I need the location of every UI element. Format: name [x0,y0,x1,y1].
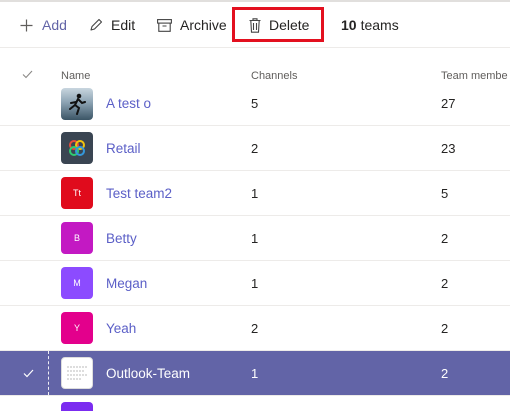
edit-button[interactable]: Edit [89,2,135,48]
team-avatar: M [61,261,93,305]
team-name[interactable]: Megan [106,261,147,305]
initials-avatar: M [61,267,93,299]
team-channels: 1 [251,365,259,381]
team-name[interactable]: Outlook-Team [106,351,190,395]
pencil-icon [89,18,103,32]
team-avatar: Y [61,306,93,350]
next-row-avatar-partial [61,402,93,411]
add-button[interactable]: Add [20,2,67,48]
archive-button[interactable]: Archive [157,2,227,48]
table-row[interactable]: Tt Test team2 1 5 [0,171,510,216]
team-name[interactable]: A test o [106,82,151,125]
focus-indicator [48,351,49,395]
initials-avatar: Y [61,312,93,344]
column-header-members[interactable]: Team membe [441,70,508,82]
column-header-name[interactable]: Name [61,70,90,82]
team-channels: 1 [251,185,259,201]
team-avatar: B [61,216,93,260]
team-name[interactable]: Yeah [106,306,136,350]
edit-label: Edit [111,17,136,33]
trash-icon [249,17,261,33]
document-thumbnail-avatar [61,357,93,389]
toolbar: Add Edit Archive Delete 10 teams [0,0,510,48]
teams-count-suffix: teams [360,17,399,33]
team-channels: 2 [251,140,259,156]
teams-count-number: 10 [341,17,357,33]
team-name[interactable]: Betty [106,216,137,260]
column-header-channels[interactable]: Channels [251,70,297,82]
table-row[interactable]: Retail 2 23 [0,126,510,171]
team-members: 2 [441,230,449,246]
table-row-selected[interactable]: Outlook-Team 1 2 [0,351,510,396]
table-row[interactable]: Y Yeah 2 2 [0,306,510,351]
team-members: 27 [441,96,456,111]
team-members: 23 [441,140,456,156]
team-channels: 5 [251,96,259,111]
team-members: 2 [441,365,449,381]
initials-avatar: Tt [61,177,93,209]
team-avatar: Tt [61,171,93,215]
runner-photo-avatar [61,87,93,120]
delete-button[interactable]: Delete [249,2,309,48]
team-avatar [61,82,93,125]
retail-logo-avatar [61,132,93,164]
select-all-check-icon[interactable] [22,70,33,82]
table-row[interactable]: A test o 5 27 [0,82,510,126]
table-row[interactable]: B Betty 1 2 [0,216,510,261]
delete-label: Delete [269,17,310,33]
initials-avatar: B [61,222,93,254]
team-channels: 1 [251,230,259,246]
add-label: Add [42,17,67,33]
row-check-icon[interactable] [23,351,34,395]
team-members: 2 [441,320,449,336]
team-members: 2 [441,275,449,291]
team-name[interactable]: Test team2 [106,171,172,215]
table-row[interactable]: M Megan 1 2 [0,261,510,306]
team-avatar [61,351,93,395]
teams-count: 10 teams [341,2,399,48]
teams-list: A test o 5 27 Retail 2 23 Tt Test team2 … [0,82,510,411]
team-members: 5 [441,185,449,201]
team-name[interactable]: Retail [106,126,141,170]
plus-icon [20,19,33,32]
team-avatar [61,126,93,170]
archive-label: Archive [180,17,227,33]
team-channels: 1 [251,275,259,291]
archive-icon [157,18,172,32]
team-channels: 2 [251,320,259,336]
